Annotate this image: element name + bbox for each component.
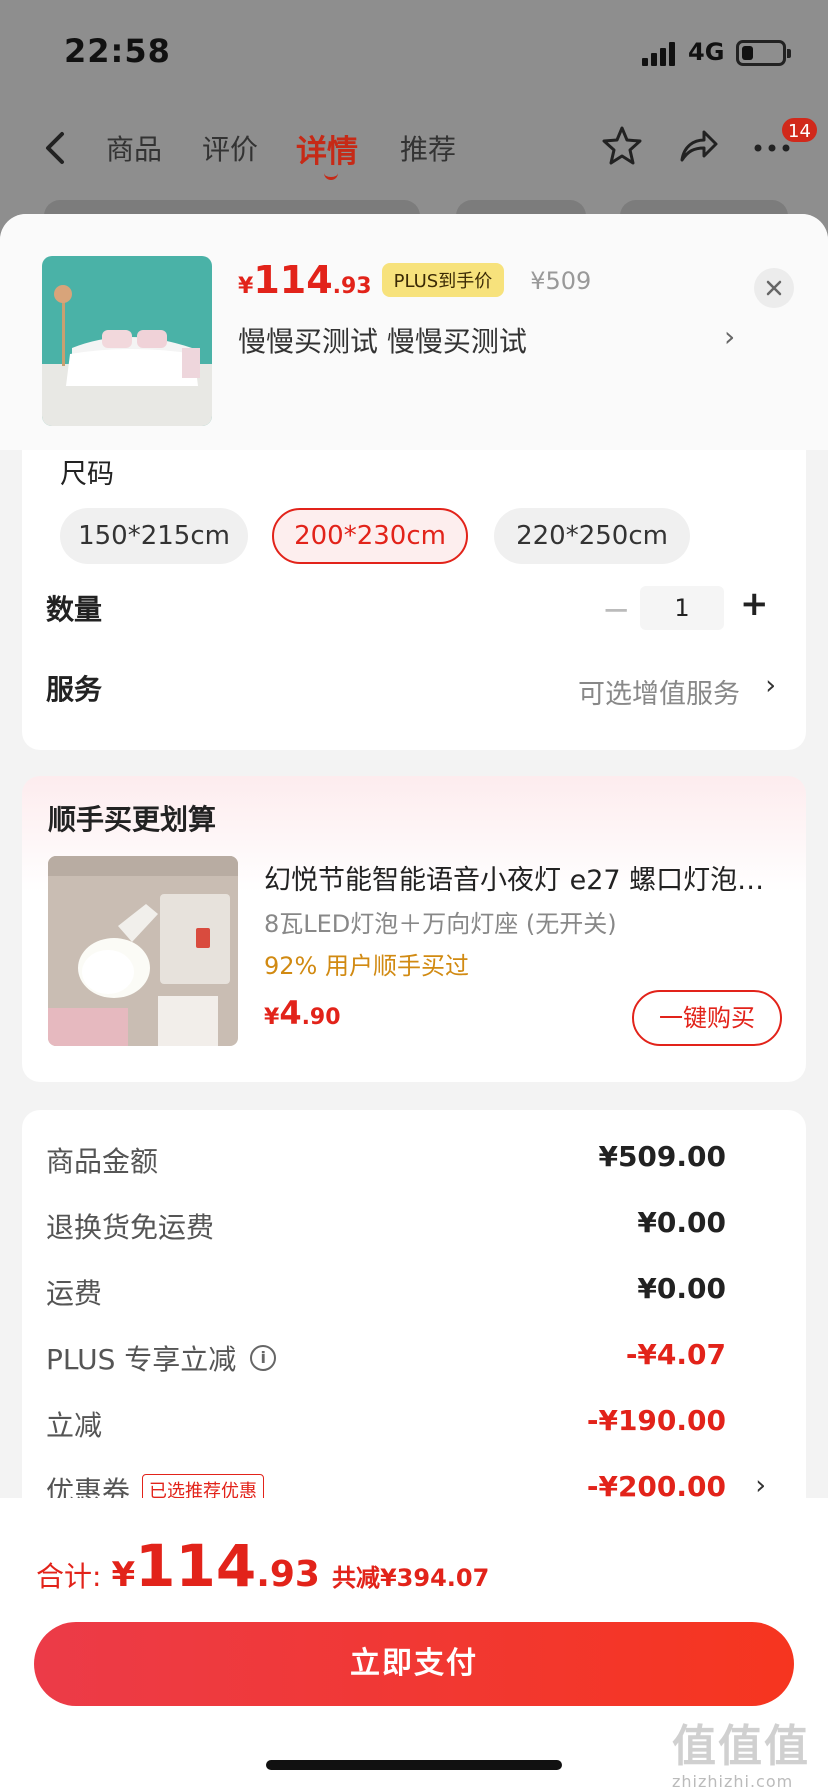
total-currency: ¥ [111,1555,136,1595]
status-bar: 22:58 4G [0,0,828,104]
pay-now-button[interactable]: 立即支付 [34,1622,794,1706]
total-amount-dec: .93 [256,1554,320,1595]
service-value[interactable]: 可选增值服务 [578,672,740,711]
selected-spec[interactable]: 慢慢买测试 慢慢买测试 [238,320,527,360]
price-row: ¥114.93 PLUS到手价 ¥509 [238,258,591,308]
plus-price-tag: PLUS到手价 [381,263,505,297]
size-option[interactable]: 220*250cm [494,508,690,564]
cart-badge: 14 [780,116,819,144]
chevron-right-icon[interactable]: › [755,1470,766,1501]
sheet-header: ¥114.93 PLUS到手价 ¥509 慢慢买测试 慢慢买测试 › [0,214,828,450]
addon-price: ¥4.90 [264,994,341,1032]
fee-row-goods: 商品金额 ¥509.00 [46,1140,786,1184]
quantity-minus-button[interactable]: − [602,590,631,630]
quantity-input[interactable]: 1 [640,586,724,630]
fee-row-return-shipping: 退换货免运费 ¥0.00 [46,1206,786,1250]
options-card: 尺码 150*215cm 200*230cm 220*250cm 数量 − 1 … [22,450,806,750]
fee-label: PLUS 专享立减 i [46,1338,277,1378]
status-time: 22:58 [64,32,171,70]
addon-section-title: 顺手买更划算 [48,803,217,836]
watermark-url: zhizhizhi.com [672,1772,794,1791]
checkout-footer: 合计: ¥ 114 .93 共减¥394.07 立即支付 值值值 zhizhiz… [0,1498,828,1792]
star-icon[interactable] [600,124,644,168]
tab-reviews[interactable]: 评价 [202,128,258,168]
top-nav: 商品 评价 详情 推荐 [0,104,828,192]
share-icon[interactable] [676,124,720,168]
total-label: 合计: [36,1560,102,1593]
fee-row-shipping: 运费 ¥0.00 [46,1272,786,1316]
chevron-right-icon[interactable]: › [765,670,776,701]
fee-label: 退换货免运费 [46,1211,215,1244]
fee-label: 立减 [46,1409,103,1442]
addon-card: 顺手买更划算 幻悦节能智能语音小夜灯 e27 螺口灯泡带开关 8瓦LED灯泡＋万… [22,776,806,1082]
current-price: ¥114.93 [238,258,372,302]
addon-purchase-stat: 92% 用户顺手买过 [264,952,469,980]
total-row: 合计: ¥ 114 .93 共减¥394.07 [36,1532,489,1600]
size-option[interactable]: 150*215cm [60,508,248,564]
addon-product-image[interactable] [48,856,238,1046]
fee-value: ¥0.00 [637,1272,726,1305]
one-click-buy-button[interactable]: 一键购买 [632,990,782,1046]
watermark-logo: 值值值 [672,1721,810,1772]
signal-icon [642,42,678,66]
quantity-plus-button[interactable]: + [740,584,769,624]
total-saved: 共减¥394.07 [331,1564,490,1592]
size-label: 尺码 [60,459,114,490]
original-price: ¥509 [530,267,592,295]
close-icon[interactable] [754,268,794,308]
product-thumbnail [42,256,212,426]
addon-title[interactable]: 幻悦节能智能语音小夜灯 e27 螺口灯泡带开关 [264,858,784,897]
total-amount-int: 114 [135,1532,257,1600]
info-icon[interactable]: i [250,1345,277,1371]
fee-row-plus-discount: PLUS 专享立减 i -¥4.07 [46,1338,786,1382]
service-label: 服务 [46,673,103,706]
fee-value: ¥0.00 [637,1206,726,1239]
quantity-label: 数量 [46,593,103,626]
tab-recommend[interactable]: 推荐 [400,128,456,168]
battery-icon [736,40,791,66]
fee-value: -¥190.00 [586,1404,726,1437]
fee-value: -¥4.07 [625,1338,726,1371]
back-icon[interactable] [40,128,70,168]
network-type: 4G [688,38,725,66]
fee-label: 商品金额 [46,1145,159,1178]
chevron-right-icon[interactable]: › [724,320,735,353]
fee-row-instant-discount: 立减 -¥190.00 [46,1404,786,1448]
watermark: 值值值 zhizhizhi.com [672,1710,810,1791]
addon-subtitle: 8瓦LED灯泡＋万向灯座 (无开关) [264,910,617,938]
tab-details[interactable]: 详情 [296,126,358,180]
fee-value: ¥509.00 [598,1140,726,1173]
price-breakdown-card: 商品金额 ¥509.00 退换货免运费 ¥0.00 运费 ¥0.00 PLUS … [22,1110,806,1550]
size-option-selected[interactable]: 200*230cm [272,508,468,564]
tab-product[interactable]: 商品 [106,128,162,168]
home-indicator[interactable] [266,1760,562,1770]
fee-label: 运费 [46,1277,103,1310]
